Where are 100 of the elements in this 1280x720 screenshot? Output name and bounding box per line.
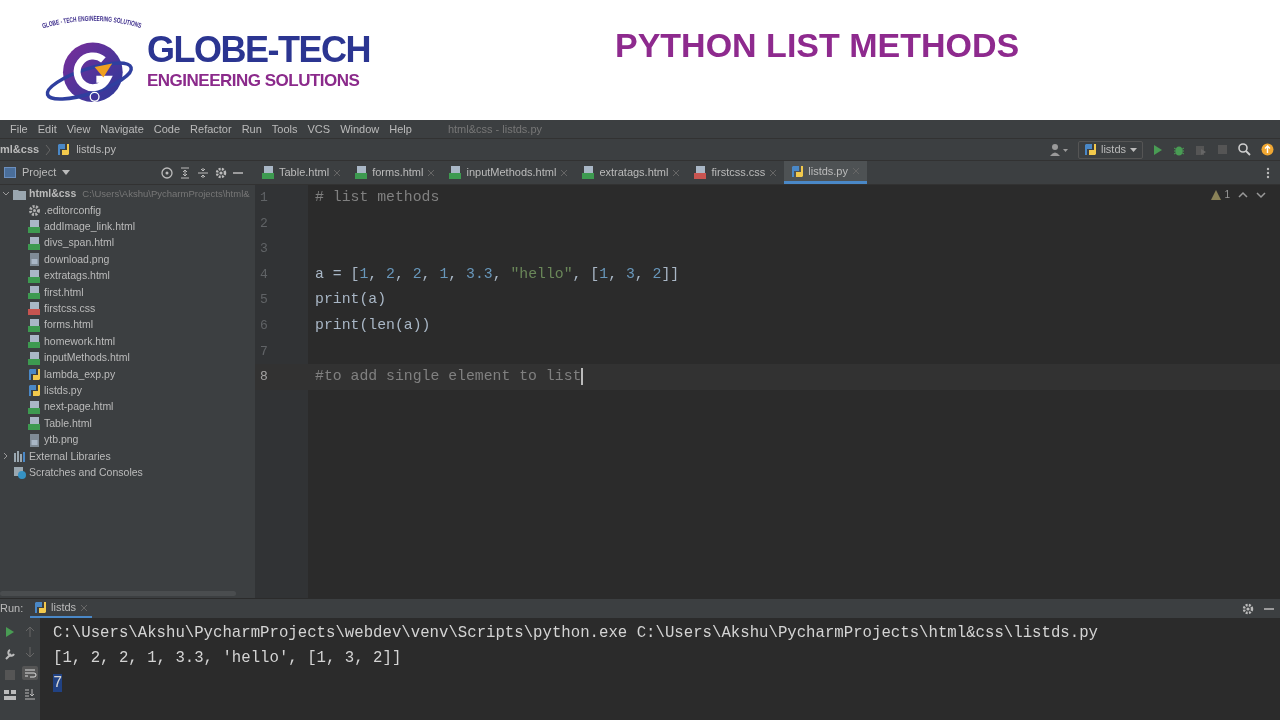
code-line: #to add single element to list xyxy=(315,367,582,387)
html-file-icon xyxy=(28,220,41,234)
menu-item[interactable]: Edit xyxy=(37,120,57,138)
close-icon xyxy=(560,168,569,177)
menu-item[interactable]: Tools xyxy=(271,120,298,138)
settings-icon[interactable] xyxy=(1242,602,1254,615)
folder-icon xyxy=(13,187,26,201)
editor-tab[interactable]: forms.html xyxy=(348,161,443,184)
python-file-icon xyxy=(28,368,41,381)
gear-icon xyxy=(28,204,41,218)
tree-item[interactable]: Table.html xyxy=(0,415,255,432)
wrench-icon[interactable] xyxy=(4,648,16,660)
css-file-icon xyxy=(694,166,708,179)
editor-tab[interactable]: listds.py xyxy=(784,161,867,184)
logo-name: GLOBE-TECH xyxy=(147,29,370,71)
tree-item[interactable]: forms.html xyxy=(0,317,255,334)
html-file-icon xyxy=(28,318,41,332)
menu-item[interactable]: File xyxy=(10,120,28,138)
logo-tagline: ENGINEERING SOLUTIONS xyxy=(147,71,361,91)
editor-tab[interactable]: extratags.html xyxy=(575,161,688,184)
update-icon[interactable] xyxy=(1261,143,1274,156)
editor-tab[interactable]: inputMethods.html xyxy=(442,161,576,184)
tree-item[interactable]: External Libraries xyxy=(0,448,255,465)
menu-item[interactable]: Code xyxy=(153,120,181,138)
python-file-icon xyxy=(791,164,805,178)
html-file-icon xyxy=(28,269,41,283)
collapse-all-icon[interactable] xyxy=(197,166,209,179)
warning-count[interactable]: 1 xyxy=(1224,187,1230,202)
warning-icon xyxy=(1210,188,1223,201)
html-file-icon xyxy=(28,236,41,250)
close-icon xyxy=(80,603,89,612)
editor-tab[interactable]: Table.html xyxy=(255,161,349,184)
code-line: print(a) xyxy=(315,290,387,310)
menu-item[interactable]: View xyxy=(66,120,91,138)
menu-item[interactable]: Run xyxy=(241,120,262,138)
html-file-icon xyxy=(355,166,369,179)
tree-item[interactable]: firstcss.css xyxy=(0,300,255,318)
layout-icon[interactable] xyxy=(4,690,16,700)
menu-item[interactable]: Help xyxy=(389,120,412,138)
image-file-icon xyxy=(28,253,41,267)
search-icon[interactable] xyxy=(1238,143,1251,156)
soft-wrap-icon[interactable] xyxy=(22,666,38,680)
html-file-icon xyxy=(582,166,596,179)
tree-item[interactable]: inputMethods.html xyxy=(0,349,255,367)
html-file-icon xyxy=(28,351,41,365)
html-file-icon xyxy=(262,166,275,179)
tree-item[interactable]: next-page.html xyxy=(0,399,255,416)
tree-item[interactable]: homework.html xyxy=(0,333,255,350)
tree-item[interactable]: .editorconfig xyxy=(0,202,255,219)
tree-item[interactable]: addImage_link.html xyxy=(0,218,255,236)
window-title: html&css - listds.py xyxy=(447,121,543,137)
project-view-dropdown[interactable]: Project xyxy=(22,164,71,181)
close-icon xyxy=(427,168,436,177)
run-icon[interactable] xyxy=(1153,143,1163,156)
css-file-icon xyxy=(28,302,41,316)
settings-icon[interactable] xyxy=(215,166,227,179)
python-file-icon xyxy=(34,601,47,614)
caret-icon xyxy=(1130,147,1137,152)
menu-item[interactable]: Navigate xyxy=(100,120,144,138)
locate-icon[interactable] xyxy=(161,166,173,179)
menu-item[interactable]: Window xyxy=(340,120,380,138)
console-output-line: [1, 2, 2, 1, 3.3, 'hello', [1, 3, 2]] xyxy=(53,649,402,667)
scroll-to-end-icon[interactable] xyxy=(24,688,36,700)
down-chevron-icon xyxy=(1256,190,1266,199)
tree-item[interactable]: download.png xyxy=(0,251,255,268)
page-title: PYTHON LIST METHODS xyxy=(615,24,1020,66)
expand-all-icon[interactable] xyxy=(179,166,191,179)
breadcrumb-item[interactable]: ml&css xyxy=(0,141,40,158)
run-configuration-dropdown[interactable]: listds xyxy=(1077,140,1143,159)
html-file-icon xyxy=(28,335,41,349)
close-icon xyxy=(672,168,681,177)
caret-icon xyxy=(62,170,71,175)
breadcrumb-item[interactable]: listds.py xyxy=(76,141,116,158)
library-icon xyxy=(13,449,26,463)
scratch-icon xyxy=(13,466,26,480)
editor-tab[interactable]: firstcss.css xyxy=(687,161,785,184)
run-label: Run: xyxy=(0,601,25,617)
tree-item[interactable]: divs_span.html xyxy=(0,235,255,252)
tree-item[interactable]: listds.py xyxy=(0,382,255,400)
html-file-icon xyxy=(28,400,41,414)
python-file-icon xyxy=(1083,143,1097,156)
menu-item[interactable]: VCS xyxy=(307,120,331,138)
rerun-icon[interactable] xyxy=(5,626,15,638)
more-options-icon xyxy=(1266,166,1270,179)
code-line: print(len(a)) xyxy=(315,315,431,335)
tree-item[interactable]: Scratches and Consoles xyxy=(0,464,255,482)
menu-item[interactable]: Refactor xyxy=(190,120,232,138)
tree-item[interactable]: extratags.html xyxy=(0,267,255,285)
tree-item[interactable]: ytb.png xyxy=(0,431,255,449)
user-icon[interactable] xyxy=(1049,143,1068,156)
tree-item[interactable]: lambda_exp.py xyxy=(0,366,255,383)
tree-item[interactable]: first.html xyxy=(0,284,255,301)
code-line: # list methods xyxy=(315,188,440,207)
python-file-icon xyxy=(28,384,41,398)
up-chevron-icon xyxy=(1238,190,1248,199)
html-file-icon xyxy=(449,166,463,179)
image-file-icon xyxy=(28,433,41,447)
chevron-icon xyxy=(45,143,52,156)
python-file-icon xyxy=(57,143,71,156)
html-file-icon xyxy=(28,286,41,300)
